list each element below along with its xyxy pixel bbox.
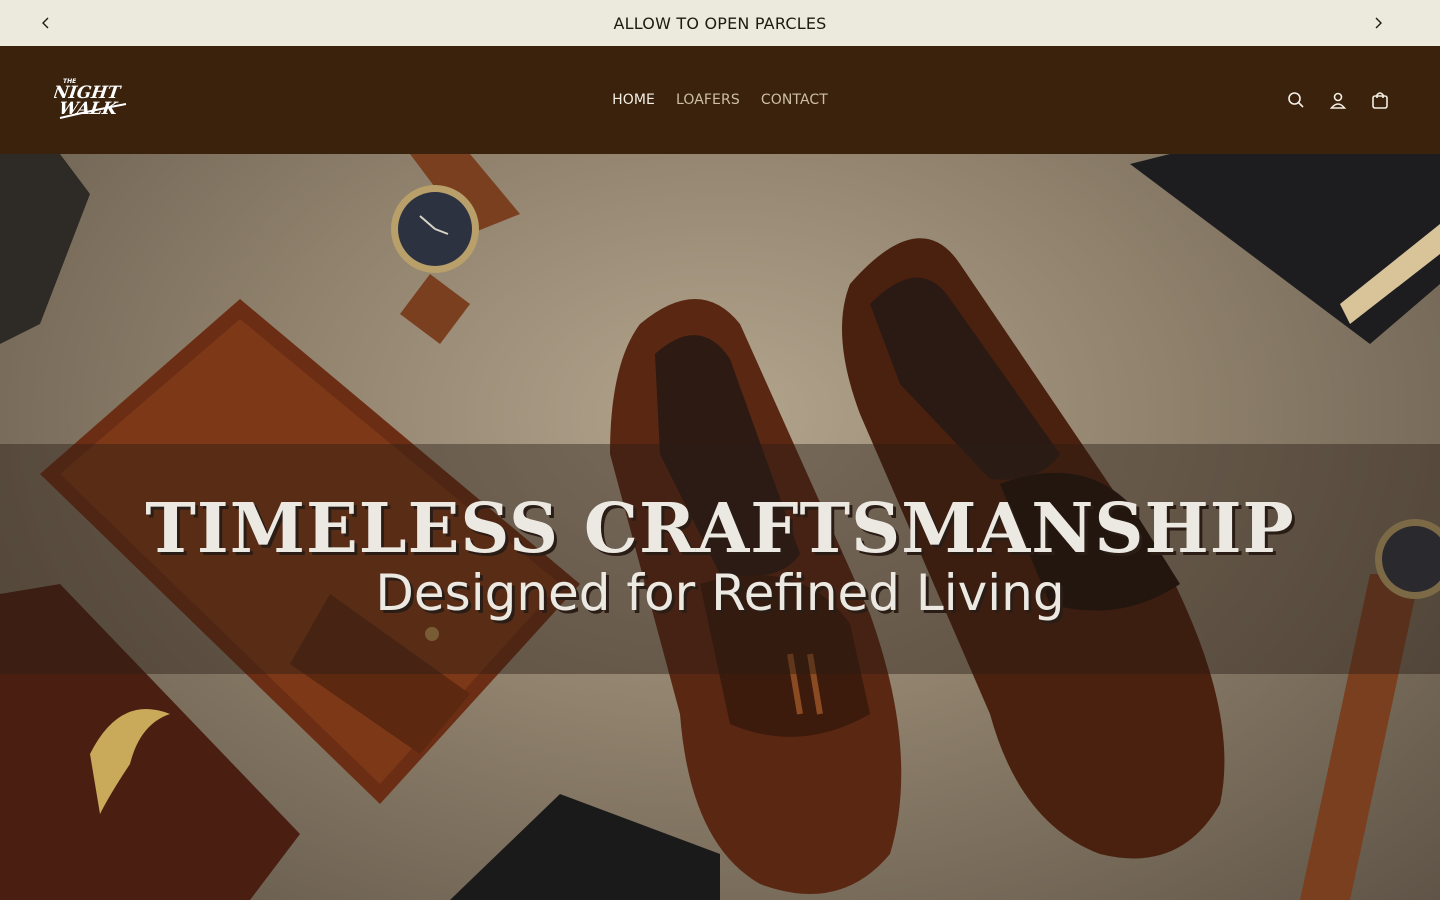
hero-banner[interactable]: TIMELESS CRAFTSMANSHIP Designed for Refi… [0,154,1440,900]
chevron-right-icon [1375,17,1382,29]
nav-item-loafers[interactable]: LOAFERS [676,92,740,108]
announcement-prev-button[interactable] [34,11,58,35]
account-button[interactable] [1328,88,1348,112]
main-nav: HOME LOAFERS CONTACT [0,46,1440,154]
wristwatch-top [391,154,520,344]
announcement-bar: ALLOW TO OPEN PARCLES [0,0,1440,46]
announcement-text: ALLOW TO OPEN PARCLES [613,13,827,33]
header-icons [1286,88,1390,112]
search-button[interactable] [1286,88,1306,112]
search-icon [1288,92,1304,108]
hero-headline: TIMELESS CRAFTSMANSHIP [145,489,1295,569]
chevron-left-icon [42,17,49,29]
account-icon [1329,92,1347,109]
cart-icon [1372,92,1388,109]
nav-item-home[interactable]: HOME [612,92,655,108]
announcement-next-button[interactable] [1366,11,1390,35]
nav-item-contact[interactable]: CONTACT [761,92,828,108]
leather-notebook [1130,154,1440,344]
cart-button[interactable] [1370,88,1390,112]
site-header: THE NIGHT WALK HOME LOAFERS CONTACT [0,46,1440,154]
hero-subheadline: Designed for Refined Living [375,564,1065,622]
